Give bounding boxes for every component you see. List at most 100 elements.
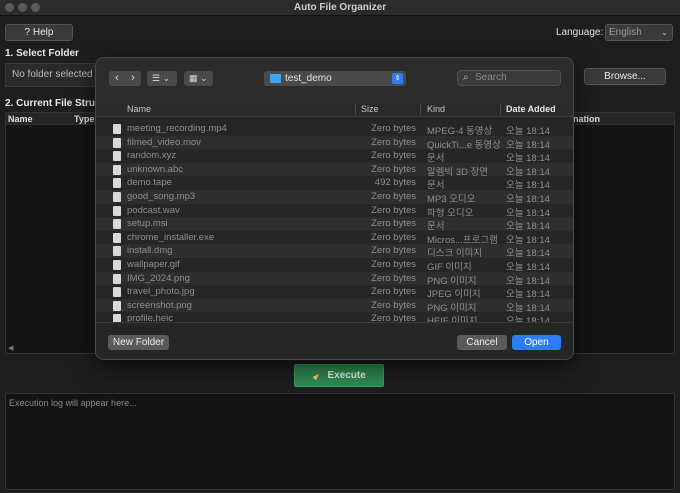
file-name: install.dmg (127, 245, 173, 257)
selected-folder-field: No folder selected (5, 63, 97, 87)
language-select[interactable]: English ⌄ (605, 24, 673, 41)
file-name: podcast.wav (127, 204, 180, 216)
file-name: demo.tape (127, 177, 172, 189)
file-icon (113, 259, 121, 270)
open-file-dialog: ‹ › ☰ ⌄ ▦ ⌄ test_demo ⇕ ⌕ Search Name Si… (95, 57, 574, 360)
file-row[interactable]: install.dmg Zero bytes 디스크 이미지 오늘 18:14 (96, 244, 573, 259)
grid-view-icon: ▦ ⌄ (189, 73, 208, 83)
file-row[interactable]: demo.tape 492 bytes 문서 오늘 18:14 (96, 176, 573, 191)
chevron-updown-icon: ⇕ (392, 73, 403, 84)
file-name: random.xyz (127, 150, 177, 162)
file-icon (113, 124, 121, 134)
select-folder-title: 1. Select Folder (5, 48, 79, 59)
file-icon (113, 151, 121, 162)
list-view-button[interactable]: ☰ ⌄ (147, 71, 177, 86)
file-name: wallpaper.gif (127, 258, 180, 270)
file-name: unknown.abc (127, 163, 183, 175)
file-row[interactable]: setup.msi Zero bytes 문서 오늘 18:14 (96, 217, 573, 232)
file-row[interactable]: chrome_installer.exe Zero bytes Micros...프… (96, 231, 573, 246)
open-button[interactable]: Open (512, 335, 561, 350)
file-icon (113, 137, 121, 148)
column-name[interactable]: Name (127, 104, 151, 114)
file-row[interactable]: travel_photo.jpg Zero bytes JPEG 이미지 오늘 18:… (96, 285, 573, 300)
location-popup[interactable]: test_demo ⇕ (264, 71, 406, 86)
execute-button[interactable]: 🧹 Execute (294, 364, 384, 387)
execute-label: Execute (327, 370, 366, 381)
file-row[interactable]: screenshot.png Zero bytes PNG 이미지 오늘 18:14 (96, 298, 573, 314)
search-input[interactable]: ⌕ Search (457, 70, 561, 86)
file-icon (113, 300, 121, 311)
file-icon (113, 287, 121, 298)
file-row[interactable]: unknown.abc Zero bytes 알렘빅 3D 장면 오늘 18:14 (96, 162, 573, 178)
file-size: Zero bytes (371, 150, 416, 162)
broom-icon: 🧹 (312, 370, 325, 381)
column-divider (420, 104, 421, 115)
file-size: Zero bytes (371, 299, 416, 311)
file-size: Zero bytes (371, 286, 416, 298)
search-icon: ⌕ (463, 72, 469, 83)
file-row[interactable]: podcast.wav Zero bytes 파형 오디오 오늘 18:14 (96, 204, 573, 219)
file-name: filmed_video.mov (127, 136, 201, 148)
file-row[interactable]: wallpaper.gif Zero bytes GIF 이미지 오늘 18:14 (96, 258, 573, 273)
forward-arrow-icon[interactable]: › (125, 71, 141, 86)
tree-column-destination[interactable]: nation (573, 114, 600, 124)
file-row[interactable]: meeting_recording.mp4 Zero bytes MPEG-4 동영… (96, 122, 573, 137)
file-row[interactable]: filmed_video.mov Zero bytes QuickTi...e 동영… (96, 135, 573, 151)
nav-back-forward: ‹ › (109, 71, 141, 86)
file-size: Zero bytes (371, 272, 416, 284)
file-size: Zero bytes (371, 163, 416, 175)
file-name: profile.heic (127, 313, 173, 322)
search-placeholder: Search (475, 72, 507, 83)
file-name: IMG_2024.png (127, 272, 190, 284)
cancel-button[interactable]: Cancel (457, 335, 507, 350)
file-name: setup.msi (127, 218, 168, 230)
column-divider (355, 104, 356, 115)
new-folder-button[interactable]: New Folder (108, 335, 169, 350)
file-icon (113, 178, 121, 189)
window-title: Auto File Organizer (293, 2, 387, 13)
file-row[interactable]: profile.heic Zero bytes HEIF 이미지 오늘 18:14 (96, 312, 573, 322)
file-name: travel_photo.jpg (127, 286, 195, 298)
folder-icon (270, 74, 281, 83)
list-view-icon: ☰ ⌄ (152, 73, 171, 83)
language-value: English (609, 27, 642, 38)
column-date-added[interactable]: Date Added (506, 104, 556, 114)
file-size: Zero bytes (371, 218, 416, 230)
file-icon (113, 205, 121, 216)
file-list[interactable]: meeting_recording.mp4 Zero bytes MPEG-4 동영… (96, 122, 573, 322)
file-row[interactable]: good_song.mp3 Zero bytes MP3 오디오 오늘 18:14 (96, 189, 573, 205)
file-icon (113, 246, 121, 257)
back-arrow-icon[interactable]: ‹ (109, 71, 125, 86)
file-size: Zero bytes (371, 123, 416, 134)
file-icon (113, 314, 121, 322)
grid-view-button[interactable]: ▦ ⌄ (184, 71, 213, 86)
file-name: meeting_recording.mp4 (127, 123, 227, 134)
file-name: good_song.mp3 (127, 190, 196, 202)
file-name: chrome_installer.exe (127, 231, 215, 243)
scroll-left-icon[interactable]: ◀ (8, 345, 15, 352)
execution-log[interactable]: Execution log will appear here... (5, 393, 675, 490)
file-size: Zero bytes (371, 258, 416, 270)
log-placeholder: Execution log will appear here... (9, 398, 137, 408)
file-icon (113, 219, 121, 230)
file-name: screenshot.png (127, 299, 192, 311)
tree-column-name[interactable]: Name (8, 114, 33, 124)
file-size: Zero bytes (371, 245, 416, 257)
file-kind: HEIF 이미지 (427, 316, 478, 322)
file-row[interactable]: random.xyz Zero bytes 문서 오늘 18:14 (96, 149, 573, 164)
file-row[interactable]: IMG_2024.png Zero bytes PNG 이미지 오늘 18:14 (96, 271, 573, 287)
tree-column-type[interactable]: Type (74, 114, 94, 124)
help-button[interactable]: ? Help (5, 24, 73, 41)
file-size: Zero bytes (371, 190, 416, 202)
file-icon (113, 164, 121, 175)
column-kind[interactable]: Kind (427, 104, 445, 114)
title-bar: Auto File Organizer (0, 0, 680, 16)
file-size: Zero bytes (371, 313, 416, 322)
column-size[interactable]: Size (361, 104, 379, 114)
file-size: Zero bytes (371, 136, 416, 148)
chevron-down-icon: ⌄ (661, 28, 668, 37)
browse-button[interactable]: Browse... (584, 68, 666, 85)
dialog-footer: New Folder Cancel Open (96, 322, 573, 359)
dialog-column-header: Name Size Kind Date Added (96, 102, 573, 117)
file-size: 492 bytes (374, 177, 416, 189)
